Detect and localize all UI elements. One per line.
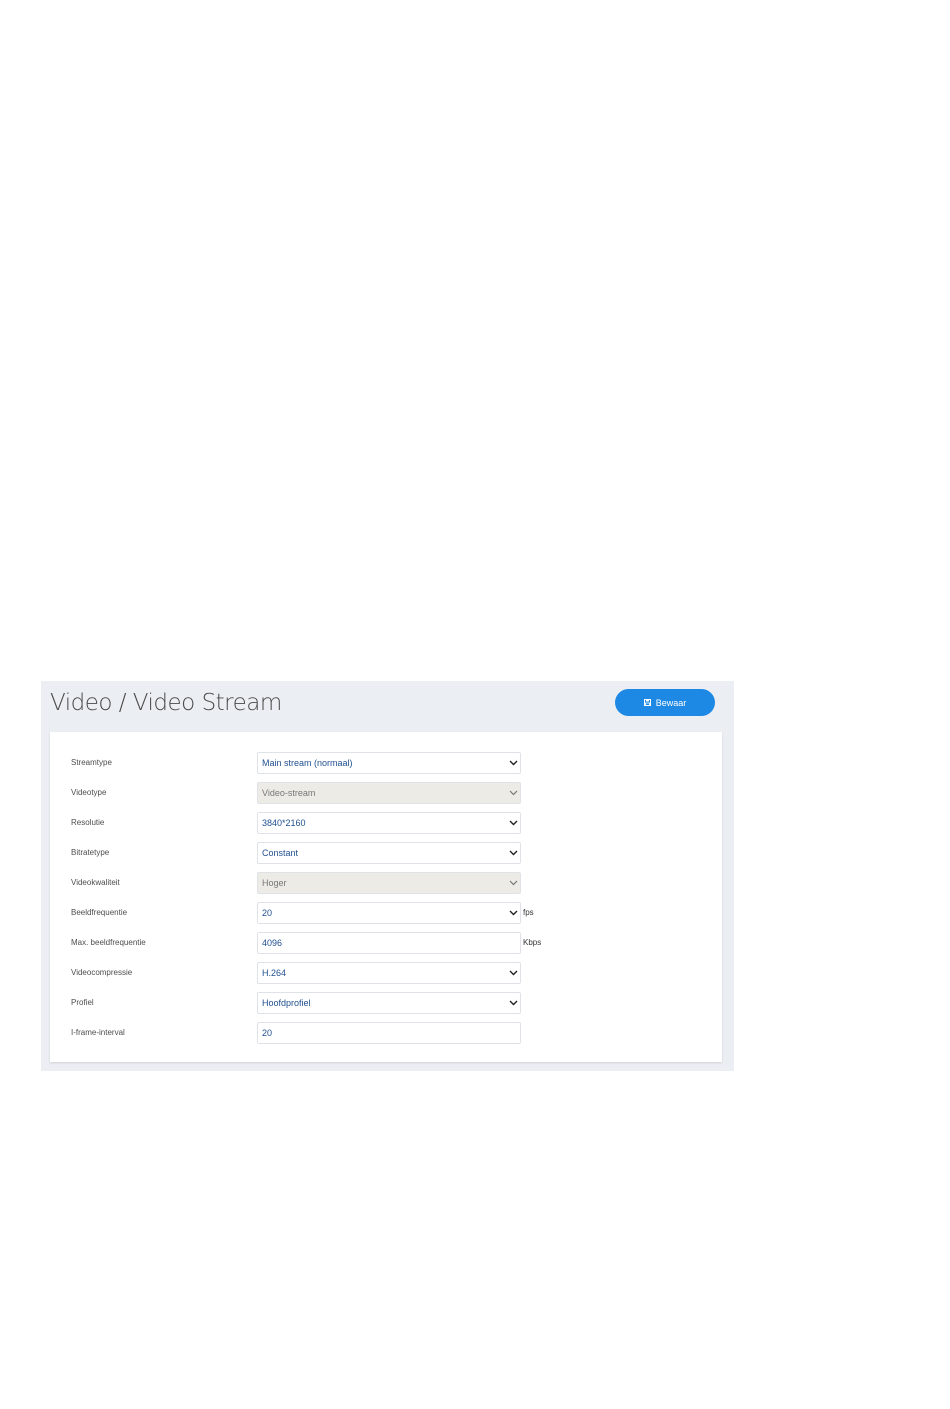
videotype-label: Videotype bbox=[71, 788, 107, 797]
row-resolutie: Resolutie 3840*2160 bbox=[50, 812, 722, 834]
row-max-beeldfrequentie: Max. beeldfrequentie 4096 Kbps bbox=[50, 932, 722, 954]
videocompressie-value: H.264 bbox=[262, 968, 287, 978]
chevron-down-icon bbox=[509, 820, 518, 826]
max-beeldfrequentie-label: Max. beeldfrequentie bbox=[71, 938, 146, 947]
chevron-down-icon bbox=[509, 790, 518, 796]
row-beeldfrequentie: Beeldfrequentie 20 fps bbox=[50, 902, 722, 924]
videotype-select: Video-stream bbox=[257, 782, 521, 804]
chevron-down-icon bbox=[509, 910, 518, 916]
row-videokwaliteit: Videokwaliteit Hoger bbox=[50, 872, 722, 894]
profiel-value: Hoofdprofiel bbox=[262, 998, 311, 1008]
streamtype-select[interactable]: Main stream (normaal) bbox=[257, 752, 521, 774]
profiel-select[interactable]: Hoofdprofiel bbox=[257, 992, 521, 1014]
videotype-value: Video-stream bbox=[262, 788, 316, 798]
beeldfrequentie-select[interactable]: 20 bbox=[257, 902, 521, 924]
fps-unit: fps bbox=[523, 908, 534, 917]
videokwaliteit-select: Hoger bbox=[257, 872, 521, 894]
max-beeldfrequentie-input[interactable]: 4096 bbox=[257, 932, 521, 954]
resolutie-select[interactable]: 3840*2160 bbox=[257, 812, 521, 834]
videocompressie-select[interactable]: H.264 bbox=[257, 962, 521, 984]
resolutie-value: 3840*2160 bbox=[262, 818, 306, 828]
chevron-down-icon bbox=[509, 850, 518, 856]
iframe-interval-value: 20 bbox=[262, 1028, 273, 1038]
kbps-unit: Kbps bbox=[523, 938, 542, 947]
streamtype-value: Main stream (normaal) bbox=[262, 758, 353, 768]
beeldfrequentie-label: Beeldfrequentie bbox=[71, 908, 128, 917]
iframe-interval-label: I-frame-interval bbox=[71, 1028, 125, 1037]
video-stream-panel: Video / Video Stream Bewaar Streamtype M… bbox=[41, 681, 734, 1071]
page-title: Video / Video Stream bbox=[50, 690, 282, 716]
resolutie-label: Resolutie bbox=[71, 818, 105, 827]
row-bitratetype: Bitratetype Constant bbox=[50, 842, 722, 864]
save-button[interactable]: Bewaar bbox=[615, 689, 715, 716]
row-videocompressie: Videocompressie H.264 bbox=[50, 962, 722, 984]
row-iframe-interval: I-frame-interval 20 bbox=[50, 1022, 722, 1044]
beeldfrequentie-value: 20 bbox=[262, 908, 273, 918]
chevron-down-icon bbox=[509, 1000, 518, 1006]
row-streamtype: Streamtype Main stream (normaal) bbox=[50, 752, 722, 774]
settings-form: Streamtype Main stream (normaal) Videoty… bbox=[50, 732, 722, 1062]
bitratetype-select[interactable]: Constant bbox=[257, 842, 521, 864]
bitratetype-value: Constant bbox=[262, 848, 299, 858]
floppy-disk-icon bbox=[643, 699, 651, 706]
bitratetype-label: Bitratetype bbox=[71, 848, 110, 857]
videocompressie-label: Videocompressie bbox=[71, 968, 133, 977]
row-videotype: Videotype Video-stream bbox=[50, 782, 722, 804]
max-beeldfrequentie-value: 4096 bbox=[262, 938, 283, 948]
save-button-label: Bewaar bbox=[655, 697, 687, 708]
chevron-down-icon bbox=[509, 760, 518, 766]
row-profiel: Profiel Hoofdprofiel bbox=[50, 992, 722, 1014]
videokwaliteit-label: Videokwaliteit bbox=[71, 878, 120, 887]
chevron-down-icon bbox=[509, 880, 518, 886]
profiel-label: Profiel bbox=[71, 998, 94, 1007]
iframe-interval-input[interactable]: 20 bbox=[257, 1022, 521, 1044]
videokwaliteit-value: Hoger bbox=[262, 878, 287, 888]
chevron-down-icon bbox=[509, 970, 518, 976]
streamtype-label: Streamtype bbox=[71, 758, 112, 767]
